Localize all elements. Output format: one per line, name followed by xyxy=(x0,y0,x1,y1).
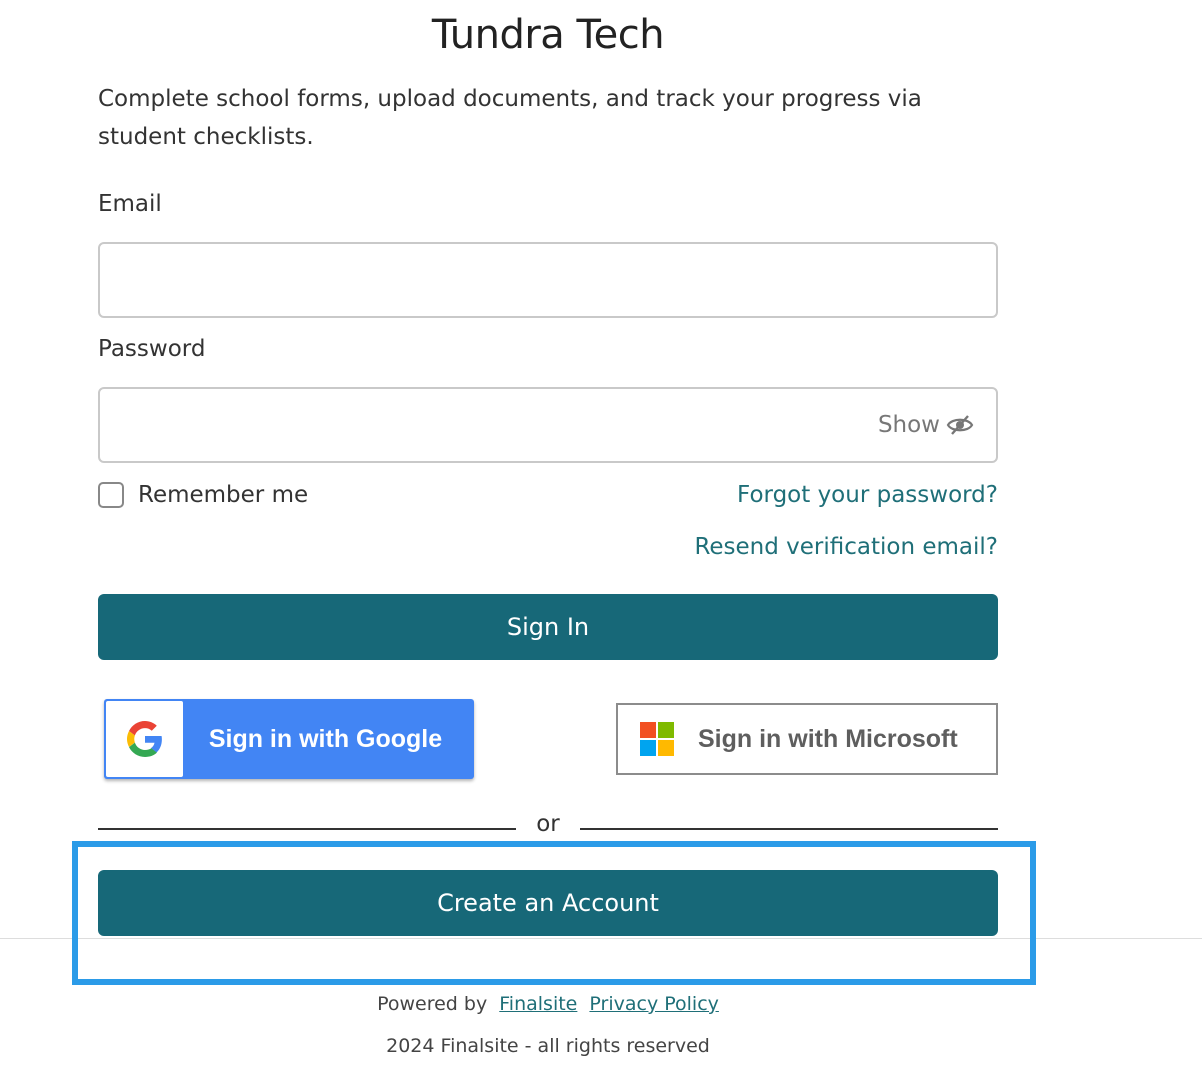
forgot-password-link[interactable]: Forgot your password? xyxy=(737,482,998,508)
google-g-icon xyxy=(126,721,162,757)
email-field[interactable] xyxy=(100,244,996,316)
divider-line-right xyxy=(580,828,998,830)
google-sign-in-label: Sign in with Google xyxy=(208,724,443,753)
remember-me-label: Remember me xyxy=(138,482,309,508)
show-password-toggle[interactable]: Show xyxy=(878,389,974,461)
divider-or-text: or xyxy=(536,811,560,837)
password-field[interactable] xyxy=(100,389,996,461)
highlight-annotation-box xyxy=(72,841,1036,985)
google-icon-container xyxy=(106,701,183,777)
page-title: Tundra Tech xyxy=(431,12,665,58)
privacy-policy-link[interactable]: Privacy Policy xyxy=(589,993,718,1015)
footer-copyright: 2024 Finalsite - all rights reserved xyxy=(386,1035,710,1057)
microsoft-sign-in-label: Sign in with Microsoft xyxy=(698,724,958,753)
remember-me[interactable]: Remember me xyxy=(98,482,308,508)
powered-by-text: Powered by xyxy=(377,993,488,1015)
sign-in-button[interactable]: Sign In xyxy=(98,594,998,660)
page-subtitle: Complete school forms, upload documents,… xyxy=(98,86,922,150)
microsoft-logo-icon xyxy=(640,722,674,756)
divider-line-left xyxy=(98,828,516,830)
eye-slash-icon xyxy=(946,415,974,435)
password-field-wrapper: Show xyxy=(98,387,998,463)
resend-verification-link[interactable]: Resend verification email? xyxy=(694,534,998,560)
show-password-label: Show xyxy=(877,412,940,438)
finalsite-link[interactable]: Finalsite xyxy=(499,993,577,1015)
remember-me-checkbox[interactable] xyxy=(98,482,124,508)
email-field-wrapper xyxy=(98,242,998,318)
footer-powered-by: Powered by Finalsite Privacy Policy xyxy=(0,993,1096,1015)
password-label: Password xyxy=(98,336,206,362)
google-sign-in-button[interactable]: Sign in with Google xyxy=(104,699,474,779)
microsoft-sign-in-button[interactable]: Sign in with Microsoft xyxy=(616,703,998,775)
email-label: Email xyxy=(98,191,162,217)
